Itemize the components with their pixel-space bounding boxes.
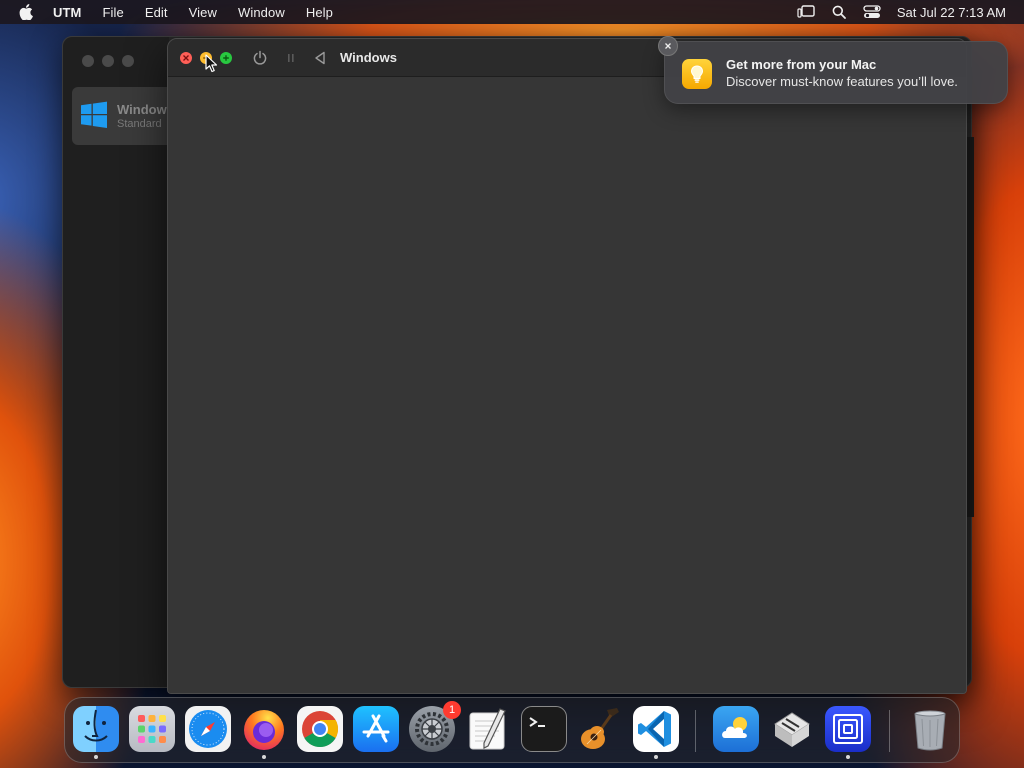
close-window-button[interactable] <box>180 52 192 64</box>
dock-app-store[interactable] <box>353 706 399 752</box>
notification-title: Get more from your Mac <box>726 57 877 72</box>
dock-textedit[interactable] <box>465 706 511 752</box>
running-indicator <box>262 755 266 759</box>
spotlight-search-icon[interactable] <box>832 5 846 19</box>
trash-icon <box>907 706 953 752</box>
menu-edit[interactable]: Edit <box>145 5 168 20</box>
dock-chrome[interactable] <box>297 706 343 752</box>
library-traffic-lights <box>82 55 142 67</box>
dock-system-settings[interactable]: 1 <box>409 701 461 752</box>
dock: 1 <box>64 697 960 763</box>
library-minimize-button[interactable] <box>102 55 114 67</box>
library-zoom-button[interactable] <box>122 55 134 67</box>
menu-bar: UTM File Edit View Window Help Sat Jul 2… <box>0 0 1024 24</box>
library-close-button[interactable] <box>82 55 94 67</box>
dock-weather[interactable] <box>713 706 759 752</box>
vm-list-item-name: Windows <box>117 102 174 117</box>
stage-manager-icon[interactable] <box>797 5 815 19</box>
menu-view[interactable]: View <box>189 5 217 20</box>
dock-utm[interactable] <box>825 706 871 759</box>
back-triangle-icon[interactable] <box>313 50 327 66</box>
pause-icon[interactable] <box>286 50 296 66</box>
dock-terminal[interactable] <box>521 706 567 752</box>
notification-close-button[interactable] <box>658 36 678 56</box>
finder-icon <box>73 706 119 752</box>
safari-icon <box>185 706 231 752</box>
dock-garageband[interactable] <box>577 706 623 752</box>
windows-logo-icon <box>81 101 107 128</box>
hard-drive-icon <box>769 706 815 752</box>
menu-help[interactable]: Help <box>306 5 333 20</box>
mouse-cursor-icon <box>205 54 218 73</box>
menu-window[interactable]: Window <box>238 5 285 20</box>
power-icon[interactable] <box>252 50 268 66</box>
menu-app-name[interactable]: UTM <box>53 5 81 20</box>
running-indicator <box>654 755 658 759</box>
dock-launchpad[interactable] <box>129 706 175 752</box>
textedit-icon <box>465 706 511 752</box>
vm-list-item-subtitle: Standard <box>117 118 162 130</box>
vm-display-area[interactable] <box>168 77 966 693</box>
apple-menu-icon[interactable] <box>19 4 35 20</box>
zoom-window-button[interactable] <box>220 52 232 64</box>
dock-boot-camp-assistant[interactable] <box>769 706 815 752</box>
weather-cloud-icon <box>713 706 759 752</box>
dock-separator <box>889 710 890 752</box>
vm-display-window: Windows <box>167 38 967 694</box>
control-center-icon[interactable] <box>863 5 881 19</box>
notification-badge: 1 <box>443 701 461 719</box>
dock-finder[interactable] <box>73 706 119 759</box>
vscode-icon <box>633 706 679 752</box>
dock-firefox[interactable] <box>241 706 287 759</box>
dock-separator <box>695 710 696 752</box>
tips-notification[interactable]: Get more from your Mac Discover must-kno… <box>664 41 1008 104</box>
dock-safari[interactable] <box>185 706 231 752</box>
notification-body: Discover must-know features you’ll love. <box>726 74 958 89</box>
launchpad-icon <box>129 706 175 752</box>
terminal-icon <box>521 706 567 752</box>
tips-lightbulb-icon <box>682 59 712 89</box>
firefox-icon <box>241 706 287 752</box>
menu-bar-clock[interactable]: Sat Jul 22 7:13 AM <box>897 5 1006 20</box>
vm-window-title: Windows <box>340 50 397 65</box>
running-indicator <box>94 755 98 759</box>
app-store-icon <box>353 706 399 752</box>
dock-trash[interactable] <box>907 706 953 752</box>
utm-icon <box>825 706 871 752</box>
dock-vscode[interactable] <box>633 706 679 759</box>
garageband-guitar-icon <box>577 706 623 752</box>
running-indicator <box>846 755 850 759</box>
chrome-icon <box>297 706 343 752</box>
menu-file[interactable]: File <box>102 5 123 20</box>
library-window-edge <box>966 137 974 517</box>
